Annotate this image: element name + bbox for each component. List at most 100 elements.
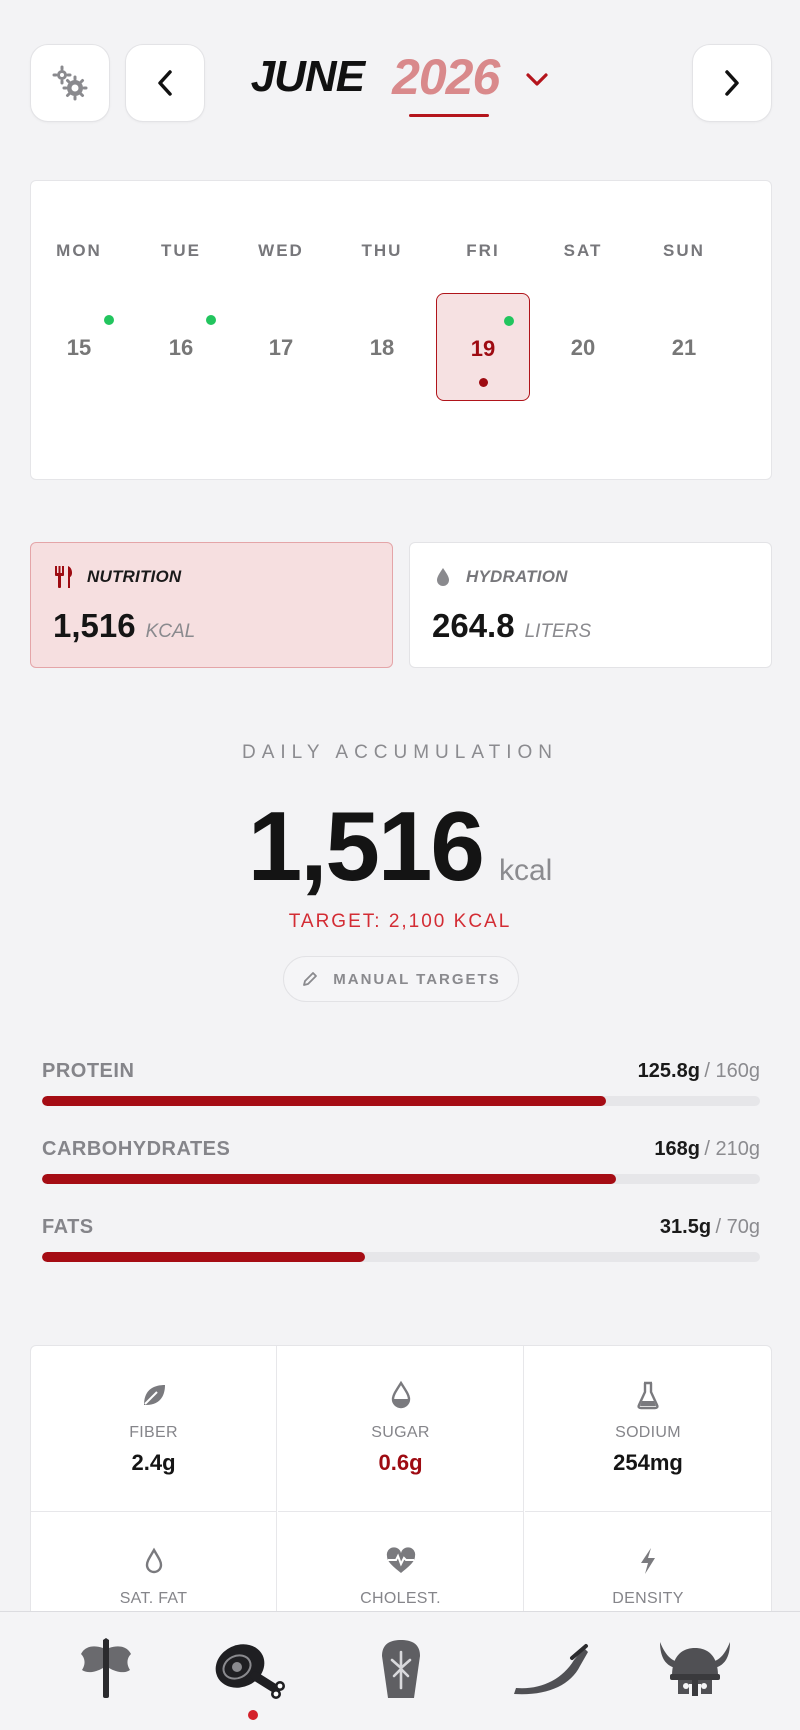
hydration-unit: LITERS	[524, 621, 592, 642]
calendar-day-number: 20	[570, 335, 596, 360]
weekday-mon: MON	[56, 241, 102, 260]
drop-half-icon	[278, 1378, 523, 1412]
micro-value: 254mg	[613, 1450, 683, 1475]
water-drop-icon	[437, 568, 449, 586]
nutrition-value: 1,516	[53, 607, 136, 644]
micro-label: FIBER	[129, 1424, 178, 1441]
axe-icon	[81, 1638, 131, 1698]
tab-hydration[interactable]: HYDRATION 264.8 LITERS	[409, 542, 772, 668]
calendar-day-18[interactable]: 18	[335, 293, 429, 401]
daily-target: TARGET: 2,100 KCAL	[288, 911, 512, 932]
daily-total: 1,516 kcal	[0, 790, 800, 903]
macro-name: CARBOHYDRATES	[42, 1138, 231, 1160]
macro-total: / 70g	[715, 1216, 760, 1238]
manual-targets-label: MANUAL TARGETS	[333, 970, 501, 988]
macro-total: / 160g	[704, 1060, 760, 1082]
micro-value: 0.6g	[378, 1450, 423, 1475]
weekday-sun: SUN	[663, 241, 705, 260]
macro-name: FATS	[42, 1216, 94, 1238]
month-label: JUNE	[250, 52, 365, 101]
macro-value: 168g	[654, 1138, 700, 1160]
viking-helmet-icon	[660, 1642, 730, 1696]
macro-protein: PROTEIN 125.8g / 160g	[42, 1060, 760, 1106]
daily-total-unit: kcal	[498, 854, 553, 887]
hydration-value: 264.8	[432, 607, 515, 644]
macro-amount: 31.5g / 70g	[660, 1216, 760, 1239]
macro-value: 31.5g	[659, 1216, 712, 1238]
daily-total-value: 1,516	[247, 791, 485, 901]
macro-progress-track	[42, 1096, 760, 1106]
logged-indicator	[504, 316, 514, 326]
pencil-icon	[303, 972, 318, 986]
calendar-day-number: 16	[168, 335, 194, 360]
weekday-tue: TUE	[161, 241, 201, 260]
macro-progress-fill	[42, 1252, 366, 1262]
macro-amount: 168g / 210g	[654, 1138, 760, 1161]
calendar-day-number: 17	[268, 335, 294, 360]
micro-label: DENSITY	[612, 1590, 684, 1607]
macro-progress-track	[42, 1252, 760, 1262]
weekday-fri: FRI	[466, 241, 500, 260]
macro-value: 125.8g	[637, 1060, 700, 1082]
macro-amount: 125.8g / 160g	[638, 1060, 760, 1083]
fork-knife-icon	[55, 566, 73, 588]
micro-label: CHOLEST.	[360, 1590, 441, 1607]
next-month-button[interactable]	[692, 44, 772, 122]
macro-progress-track	[42, 1174, 760, 1184]
month-selector[interactable]: JUNE 2026	[0, 48, 800, 106]
calendar-day-number: 19	[470, 336, 496, 361]
micro-sodium: SODIUM 254mg	[525, 1346, 771, 1512]
nav-item-horn[interactable]	[505, 1634, 595, 1704]
daily-accumulation-label: DAILY ACCUMULATION	[242, 742, 558, 763]
tab-nutrition[interactable]: NUTRITION 1,516 KCAL	[30, 542, 393, 668]
calendar-day-21[interactable]: 21	[637, 293, 731, 401]
drinking-horn-icon	[514, 1644, 588, 1695]
macro-progress-fill	[42, 1174, 617, 1184]
meat-leg-icon	[215, 1644, 285, 1699]
logged-indicator	[104, 315, 114, 325]
logged-indicator	[206, 315, 216, 325]
chevron-down-icon	[526, 73, 548, 86]
nav-item-axe[interactable]	[61, 1634, 151, 1704]
macro-carbohydrates: CARBOHYDRATES 168g / 210g	[42, 1138, 760, 1184]
rune-stone-icon	[382, 1640, 420, 1698]
calendar-day-16[interactable]: 16	[134, 293, 228, 401]
micro-label: SODIUM	[615, 1424, 681, 1441]
nav-item-runes[interactable]	[356, 1634, 446, 1704]
chevron-right-icon	[725, 70, 739, 96]
tab-nutrition-label: NUTRITION	[87, 567, 182, 586]
calendar-day-17[interactable]: 17	[234, 293, 328, 401]
macro-progress-fill	[42, 1096, 607, 1106]
calendar-day-number: 18	[369, 335, 395, 360]
micro-label: SUGAR	[371, 1424, 430, 1441]
calendar-day-20[interactable]: 20	[536, 293, 630, 401]
macro-total: / 210g	[704, 1138, 760, 1160]
week-calendar: MON TUE WED THU FRI SAT SUN 15 16 17 18 19 20 21	[30, 180, 772, 480]
flask-icon	[525, 1378, 771, 1412]
selected-day-indicator	[479, 378, 488, 387]
drop-outline-icon	[31, 1544, 276, 1578]
tab-hydration-label: HYDRATION	[466, 567, 568, 586]
year-label: 2026	[392, 49, 500, 105]
macro-name: PROTEIN	[42, 1060, 135, 1082]
calendar-day-19[interactable]: 19	[436, 293, 530, 401]
nav-item-food[interactable]	[208, 1634, 298, 1704]
calendar-day-number: 15	[66, 335, 92, 360]
calendar-day-number: 21	[671, 335, 697, 360]
nav-item-helmet[interactable]	[650, 1634, 740, 1704]
nutrition-unit: KCAL	[145, 621, 196, 642]
heartbeat-icon	[278, 1544, 523, 1578]
year-underline	[409, 114, 489, 117]
micro-sugar: SUGAR 0.6g	[278, 1346, 524, 1512]
weekday-sat: SAT	[563, 241, 603, 260]
micro-label: SAT. FAT	[119, 1590, 188, 1607]
active-nav-indicator	[248, 1710, 258, 1720]
calendar-day-15[interactable]: 15	[32, 293, 126, 401]
bottom-nav	[0, 1611, 800, 1730]
micro-value: 2.4g	[131, 1450, 176, 1475]
manual-targets-button[interactable]: MANUAL TARGETS	[283, 956, 519, 1002]
lightning-icon	[525, 1544, 771, 1578]
weekday-wed: WED	[258, 241, 304, 260]
micro-fiber: FIBER 2.4g	[31, 1346, 277, 1512]
leaf-icon	[31, 1378, 276, 1412]
